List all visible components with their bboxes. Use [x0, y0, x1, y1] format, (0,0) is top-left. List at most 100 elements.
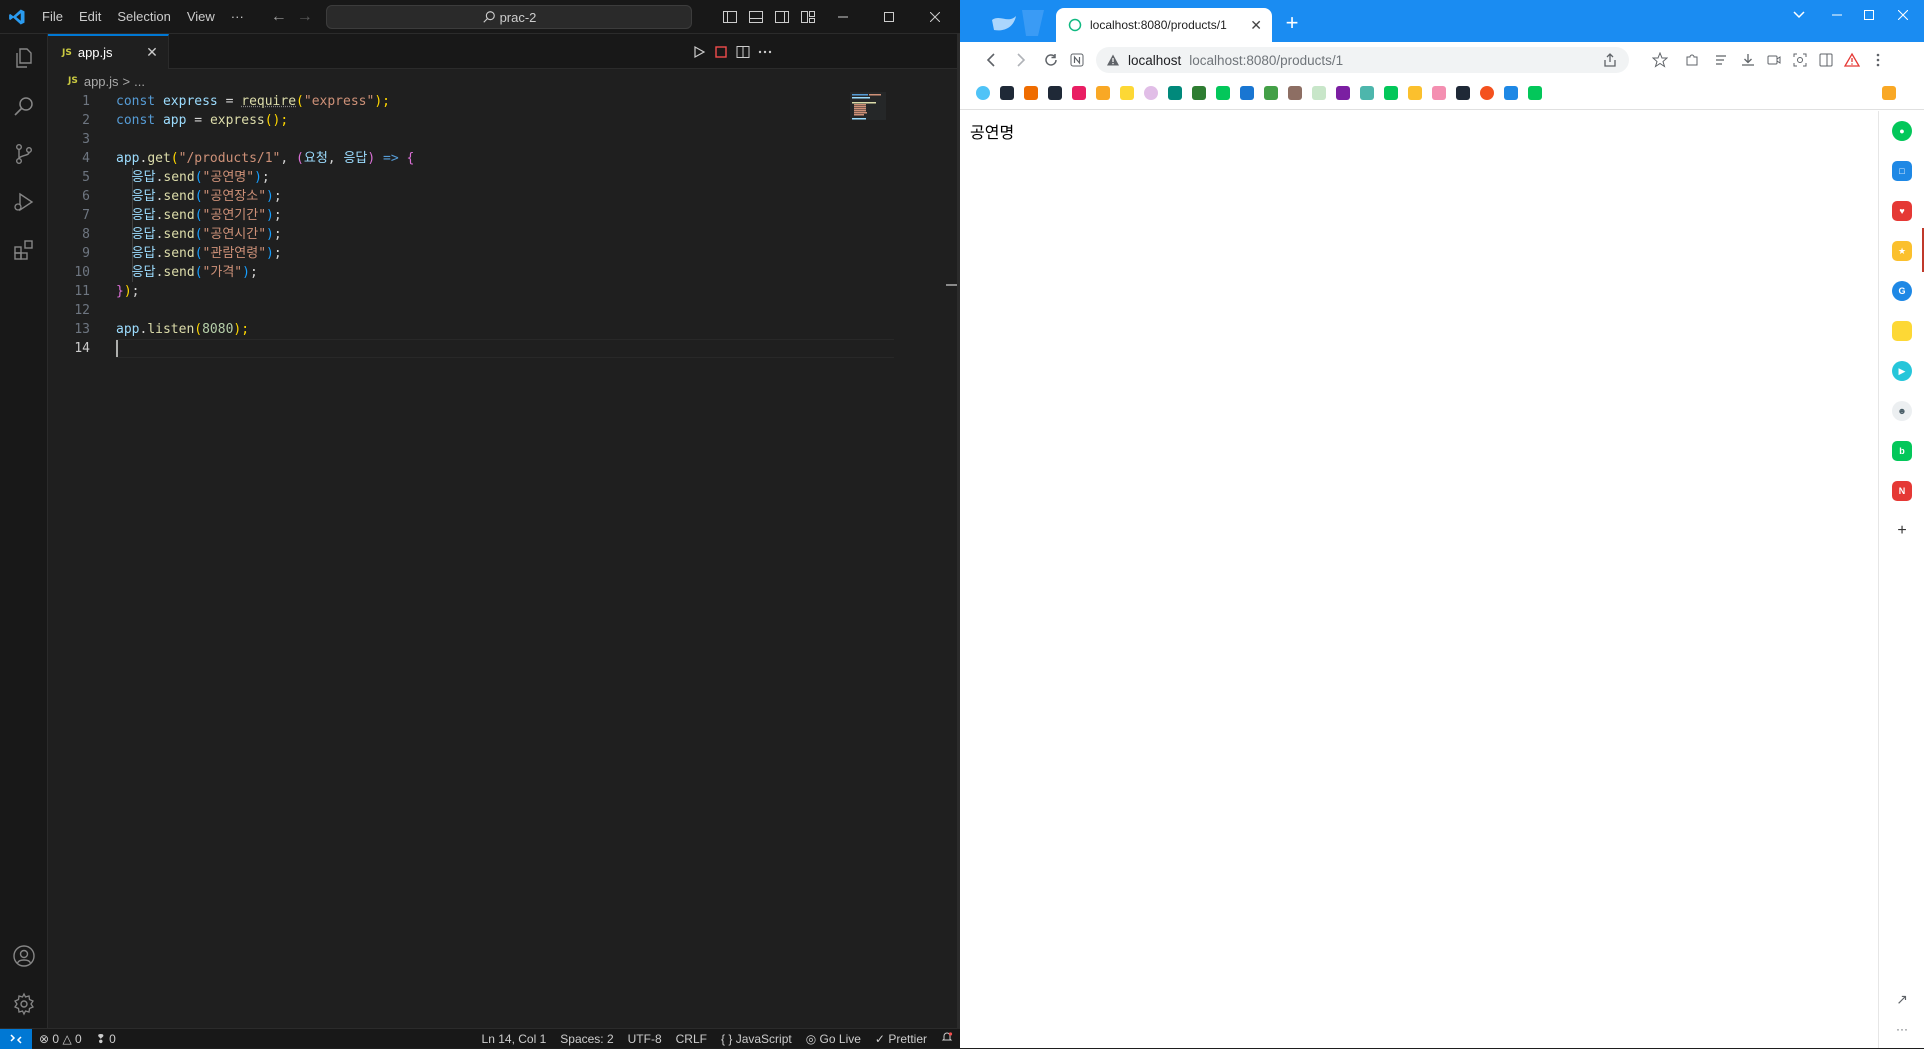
sidebar-calendar-icon[interactable]: □ [1892, 161, 1912, 181]
sidebar-add-icon[interactable]: + [1892, 521, 1912, 541]
sidebar-blog-icon[interactable]: b [1892, 441, 1912, 461]
toggle-secondary-sidebar-icon[interactable] [774, 9, 790, 25]
bookmark-favicon[interactable] [1288, 86, 1302, 100]
sidebar-memo-icon[interactable] [1892, 321, 1912, 341]
sidebar-heart-icon[interactable]: ♥ [1892, 201, 1912, 221]
bookmark-favicon[interactable] [1144, 86, 1158, 100]
ports-indicator[interactable]: ❢ 0 [89, 1029, 123, 1049]
notifications-bell-icon[interactable] [934, 1029, 960, 1049]
sidebar-more-icon[interactable]: ··· [1892, 1019, 1912, 1039]
command-center-search[interactable]: prac-2 [326, 5, 692, 29]
menu-view[interactable]: View [179, 0, 223, 34]
new-tab-button[interactable]: + [1280, 12, 1304, 36]
bookmark-star-icon[interactable] [1650, 50, 1670, 70]
back-icon[interactable] [980, 49, 1002, 71]
other-bookmarks-folder-icon[interactable] [1882, 86, 1896, 100]
stop-code-icon[interactable] [712, 43, 730, 61]
browser-tab-close-icon[interactable]: ✕ [1250, 17, 1262, 34]
forward-icon[interactable] [1010, 49, 1032, 71]
accounts-icon[interactable] [0, 932, 48, 980]
end-of-line[interactable]: CRLF [669, 1029, 714, 1049]
maximize-icon[interactable] [866, 0, 912, 34]
source-control-icon[interactable] [0, 130, 48, 178]
alert-triangle-icon[interactable] [1842, 50, 1862, 70]
naver-home-icon[interactable] [1066, 49, 1088, 71]
toggle-panel-icon[interactable] [748, 9, 764, 25]
explorer-icon[interactable] [0, 34, 48, 82]
bookmark-favicon[interactable] [1456, 86, 1470, 100]
code-editor[interactable]: 1 2 3 4 5 6 7 8 9 10 11 12 13 14 const e… [48, 92, 960, 1028]
sidebar-now-icon[interactable]: N [1892, 481, 1912, 501]
menu-selection[interactable]: Selection [109, 0, 178, 34]
extensions-icon[interactable] [0, 226, 48, 274]
bookmark-favicon[interactable] [1312, 86, 1326, 100]
remote-indicator-icon[interactable] [0, 1028, 32, 1049]
customize-layout-icon[interactable] [800, 9, 816, 25]
reading-list-icon[interactable] [1712, 50, 1732, 70]
reload-icon[interactable] [1040, 49, 1062, 71]
bookmark-favicon[interactable] [976, 86, 990, 100]
bookmark-favicon[interactable] [1024, 86, 1038, 100]
run-debug-icon[interactable] [0, 178, 48, 226]
sidebar-naver-icon[interactable]: ● [1892, 121, 1912, 141]
address-bar[interactable]: localhost localhost:8080/products/1 [1096, 47, 1629, 73]
bookmark-favicon[interactable] [1360, 86, 1374, 100]
minimize-icon[interactable] [820, 0, 866, 34]
breadcrumb-file[interactable]: app.js [84, 74, 119, 89]
sidebar-papago-icon[interactable]: G [1892, 281, 1912, 301]
search-icon[interactable] [0, 82, 48, 130]
bookmark-favicon[interactable] [1528, 86, 1542, 100]
bookmark-favicon[interactable] [1120, 86, 1134, 100]
settings-gear-icon[interactable] [0, 980, 48, 1028]
bookmark-favicon[interactable] [1384, 86, 1398, 100]
bookmark-favicon[interactable] [1072, 86, 1086, 100]
forward-arrow-icon[interactable]: → [292, 0, 318, 34]
problems-indicator[interactable]: ⊗ 0 △ 0 [32, 1029, 89, 1049]
bookmark-favicon[interactable] [1336, 86, 1350, 100]
close-icon[interactable] [912, 0, 958, 34]
bookmark-favicon[interactable] [1432, 86, 1446, 100]
cursor-position[interactable]: Ln 14, Col 1 [475, 1029, 554, 1049]
screen-capture-icon[interactable] [1790, 50, 1810, 70]
menu-more[interactable]: ··· [223, 0, 252, 34]
bookmark-favicon[interactable] [1216, 86, 1230, 100]
menu-file[interactable]: File [34, 0, 71, 34]
bookmark-favicon[interactable] [1240, 86, 1254, 100]
browser-tab-active[interactable]: localhost:8080/products/1 ✕ [1056, 8, 1272, 42]
sidebar-external-link-icon[interactable]: ↗ [1892, 989, 1912, 1009]
tab-close-icon[interactable]: ✕ [144, 44, 160, 60]
run-code-icon[interactable] [690, 43, 708, 61]
bookmark-favicon[interactable] [1504, 86, 1518, 100]
not-secure-warning-icon[interactable] [1106, 53, 1120, 67]
share-icon[interactable] [1603, 53, 1617, 67]
bookmark-favicon[interactable] [1408, 86, 1422, 100]
sidebar-profile-icon[interactable]: ☻ [1892, 401, 1912, 421]
split-editor-icon[interactable] [734, 43, 752, 61]
video-capture-icon[interactable] [1764, 50, 1784, 70]
bookmark-favicon[interactable] [1480, 86, 1494, 100]
breadcrumb-symbol[interactable]: ... [134, 74, 145, 89]
tab-app-js[interactable]: JS app.js ✕ [48, 34, 169, 69]
extensions-puzzle-icon[interactable] [1682, 50, 1702, 70]
bookmark-favicon[interactable] [1048, 86, 1062, 100]
side-panel-icon[interactable] [1816, 50, 1836, 70]
toggle-primary-sidebar-icon[interactable] [722, 9, 738, 25]
encoding[interactable]: UTF-8 [621, 1029, 669, 1049]
language-mode[interactable]: { } JavaScript [714, 1029, 799, 1049]
minimap[interactable] [850, 92, 950, 152]
back-arrow-icon[interactable]: ← [266, 0, 292, 34]
bookmark-favicon[interactable] [1264, 86, 1278, 100]
download-icon[interactable] [1738, 50, 1758, 70]
bookmark-folder-icon[interactable] [1096, 86, 1110, 100]
menu-edit[interactable]: Edit [71, 0, 109, 34]
browser-close-icon[interactable] [1882, 0, 1924, 30]
bookmark-favicon[interactable] [1168, 86, 1182, 100]
sidebar-play-icon[interactable]: ▶ [1892, 361, 1912, 381]
indentation[interactable]: Spaces: 2 [553, 1029, 620, 1049]
browser-menu-icon[interactable] [1868, 50, 1888, 70]
bookmark-favicon[interactable] [1192, 86, 1206, 100]
sidebar-star-icon[interactable]: ★ [1892, 241, 1912, 261]
bookmark-favicon[interactable] [1000, 86, 1014, 100]
go-live-button[interactable]: ◎ Go Live [799, 1029, 868, 1049]
tab-search-chevron-icon[interactable] [1778, 0, 1820, 30]
